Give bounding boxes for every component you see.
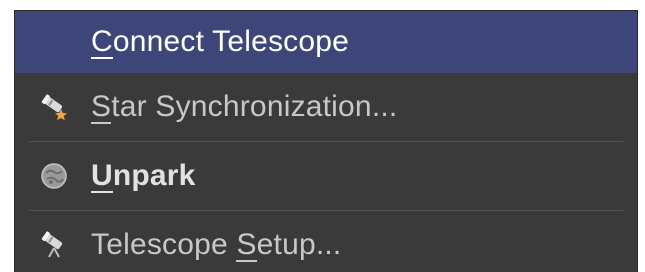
menu-item-label: Star Synchronization... (91, 90, 398, 124)
park-globe-icon (39, 161, 69, 191)
telescope-star-icon (39, 92, 69, 122)
menu-item-unpark[interactable]: Unpark (15, 142, 637, 210)
menu-item-label: Connect Telescope (91, 25, 350, 59)
menu-item-label: Telescope Setup... (91, 228, 342, 262)
menu-item-connect-telescope[interactable]: Connect Telescope (15, 11, 637, 73)
telescope-setup-icon (39, 230, 69, 260)
menu-item-telescope-setup[interactable]: Telescope Setup... (15, 211, 637, 272)
menu-item-star-synchronization[interactable]: Star Synchronization... (15, 73, 637, 141)
menu-item-label: Unpark (91, 159, 196, 193)
telescope-context-menu: Connect Telescope Star Synchronization..… (14, 10, 638, 272)
